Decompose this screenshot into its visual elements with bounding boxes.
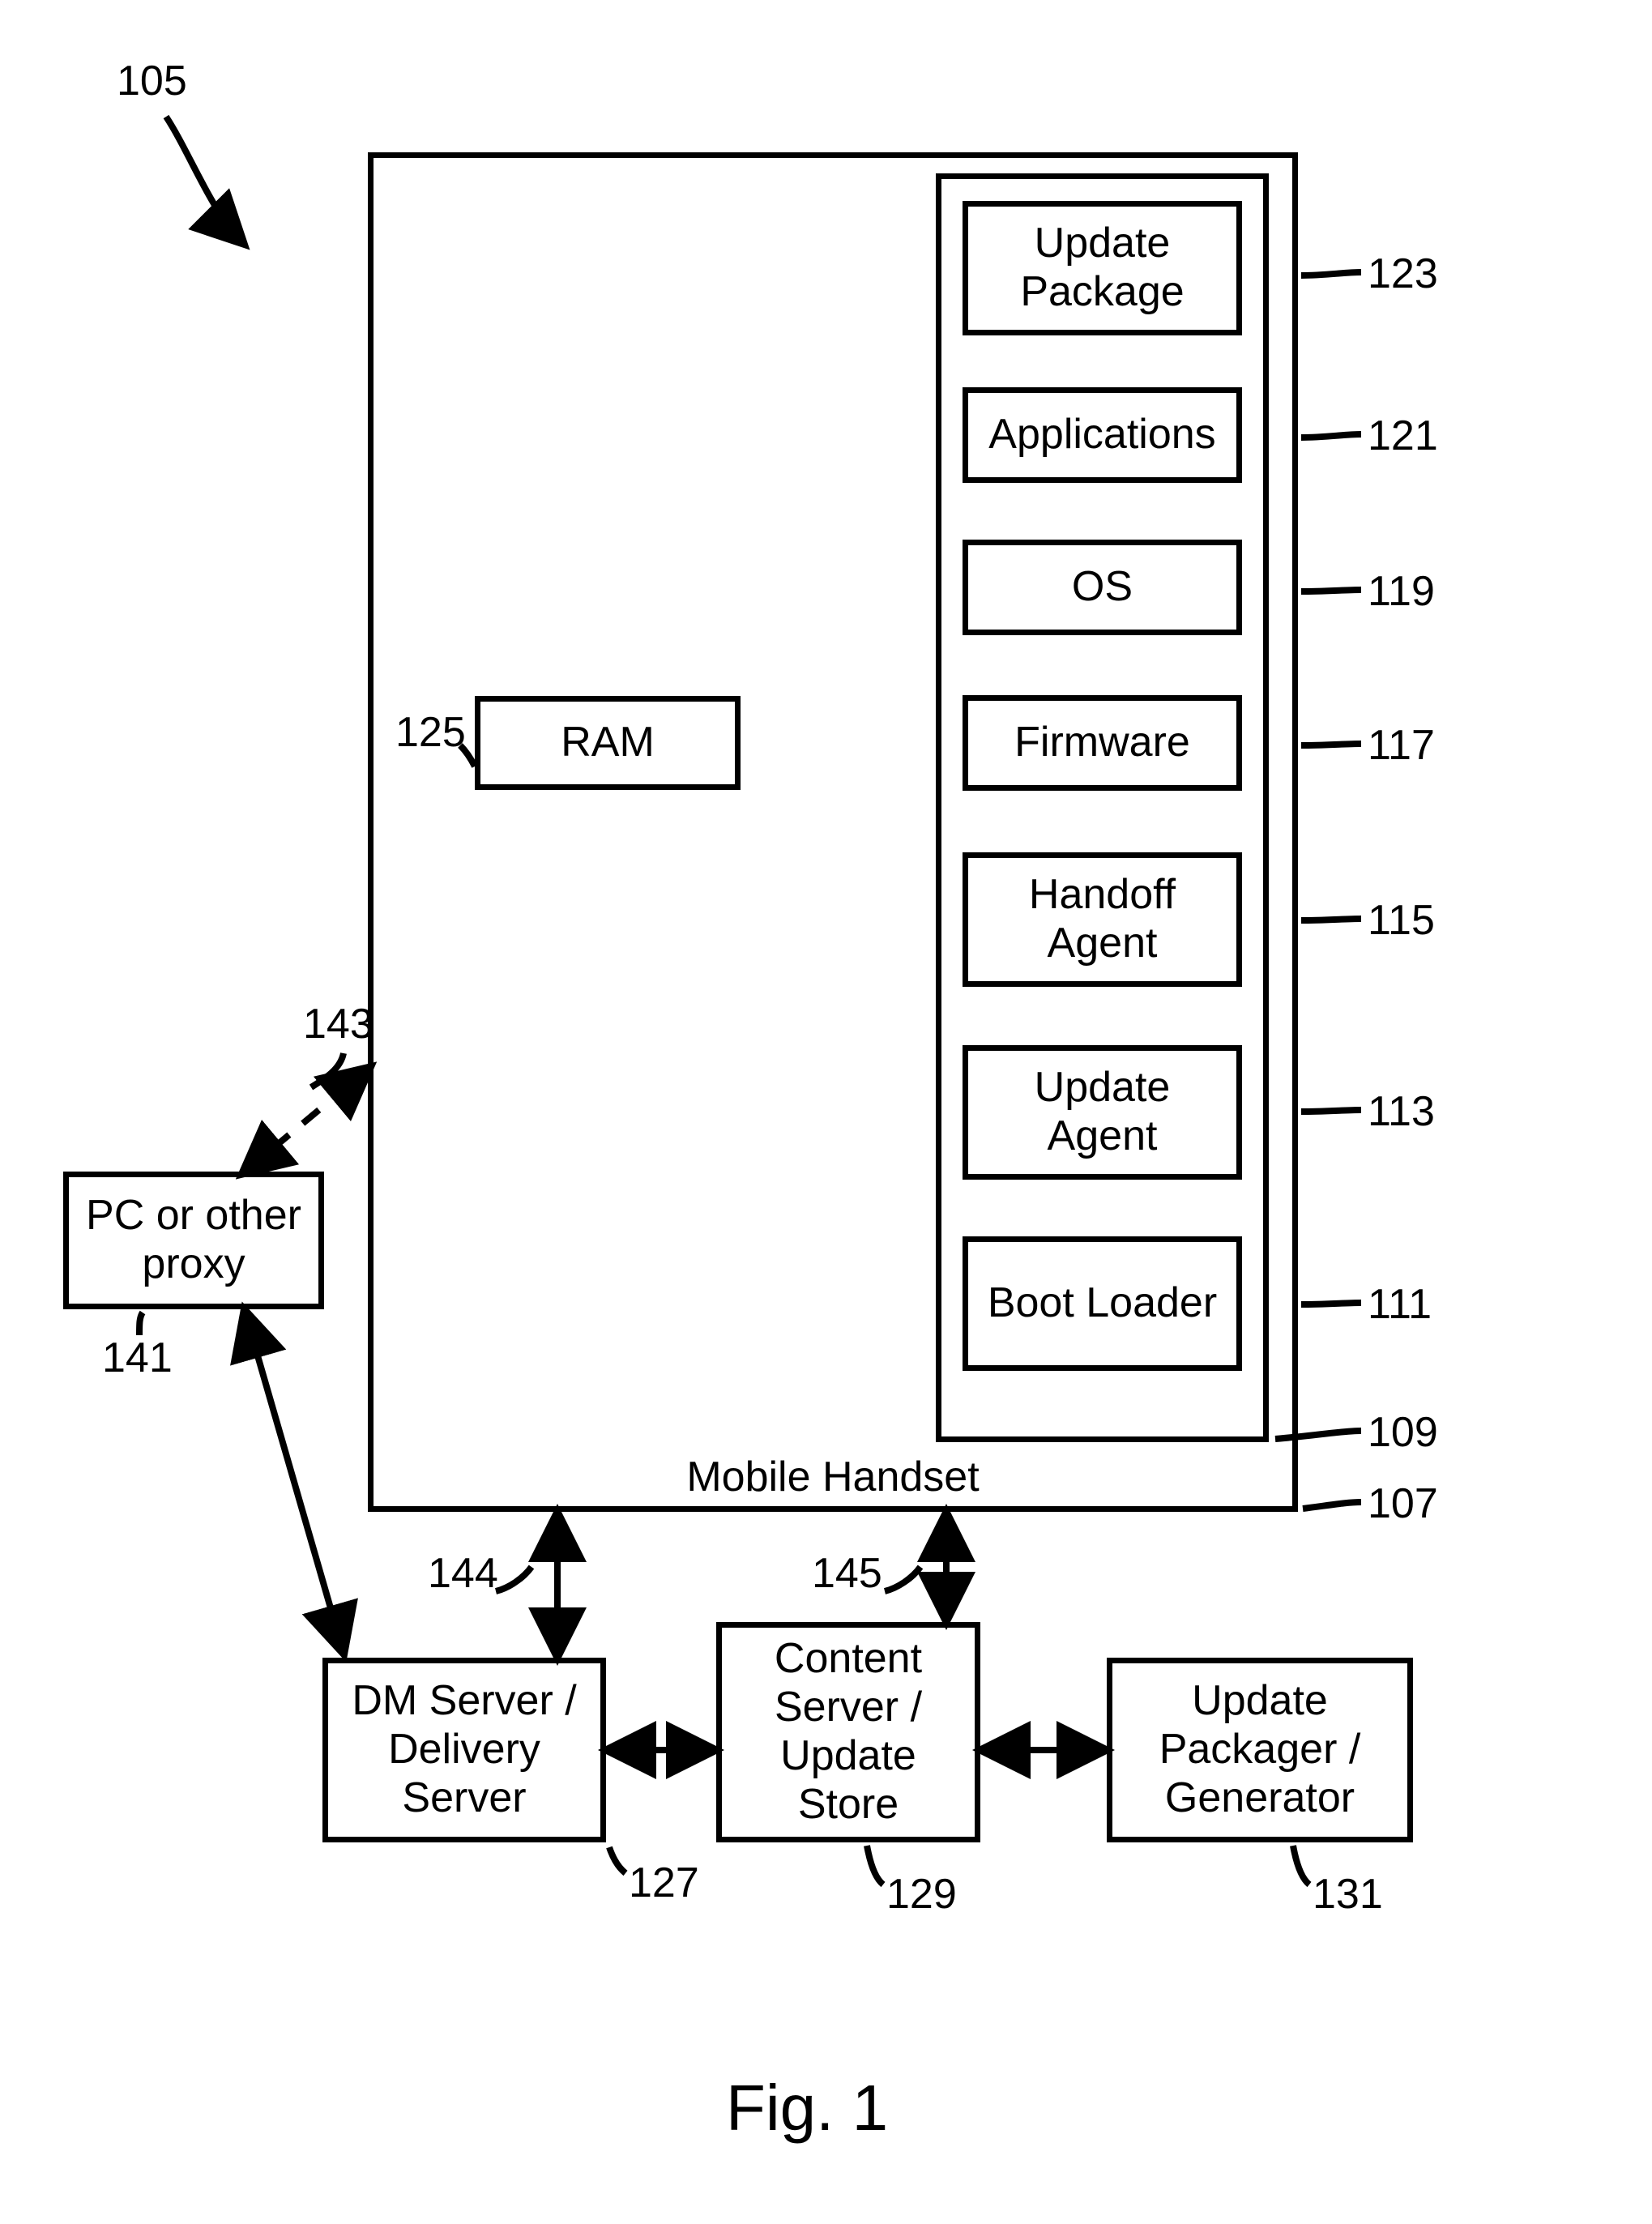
ram-ref-label: 125 [395, 710, 466, 756]
pc-proxy-label: PC or other proxy [77, 1192, 310, 1289]
ram-box: RAM [475, 696, 741, 790]
update-package-ref-label: 123 [1368, 251, 1438, 297]
mobile-handset-label: Mobile Handset [630, 1454, 1035, 1500]
firmware-label: Firmware [1014, 719, 1190, 767]
system-ref-label: 105 [117, 58, 187, 105]
boot-loader-label: Boot Loader [988, 1279, 1217, 1328]
outer-frame-ref-label: 107 [1368, 1481, 1438, 1527]
update-agent-label: Update Agent [976, 1064, 1228, 1161]
update-package-box: Update Package [963, 201, 1242, 335]
firmware-box: Firmware [963, 695, 1242, 791]
handoff-agent-ref-label: 115 [1368, 898, 1435, 944]
update-agent-box: Update Agent [963, 1045, 1242, 1180]
handoff-agent-label: Handoff Agent [976, 871, 1228, 968]
content-server-label: Content Server / Update Store [730, 1635, 967, 1829]
pc-proxy-ref-label: 141 [102, 1335, 173, 1381]
boot-loader-box: Boot Loader [963, 1236, 1242, 1371]
figure-caption: Fig. 1 [726, 2071, 888, 2145]
applications-box: Applications [963, 387, 1242, 483]
proxy-wireless-ref-label: 143 [303, 1001, 374, 1048]
applications-ref-label: 121 [1368, 413, 1438, 459]
content-server-ref-label: 129 [886, 1872, 957, 1918]
os-ref-label: 119 [1368, 569, 1435, 615]
applications-label: Applications [988, 411, 1215, 459]
os-box: OS [963, 540, 1242, 635]
diagram-canvas: 105 Mobile Handset RAM Update Package Ap… [0, 0, 1652, 2224]
dm-server-box: DM Server / Delivery Server [322, 1658, 606, 1842]
os-label: OS [1072, 563, 1133, 612]
update-packager-label: Update Packager / Generator [1121, 1677, 1399, 1822]
dm-handset-ref-label: 144 [428, 1551, 498, 1597]
dm-server-label: DM Server / Delivery Server [336, 1677, 592, 1822]
inner-frame-ref-label: 109 [1368, 1410, 1438, 1456]
pc-proxy-box: PC or other proxy [63, 1172, 324, 1309]
dm-server-ref-label: 127 [629, 1860, 699, 1906]
content-server-box: Content Server / Update Store [716, 1622, 980, 1842]
update-agent-ref-label: 113 [1368, 1089, 1435, 1135]
handoff-agent-box: Handoff Agent [963, 852, 1242, 987]
firmware-ref-label: 117 [1368, 723, 1435, 769]
update-packager-box: Update Packager / Generator [1107, 1658, 1413, 1842]
update-package-label: Update Package [976, 220, 1228, 317]
content-handset-ref-label: 145 [812, 1551, 882, 1597]
ram-label: RAM [561, 719, 655, 767]
boot-loader-ref-label: 111 [1368, 1282, 1432, 1328]
update-packager-ref-label: 131 [1313, 1872, 1383, 1918]
